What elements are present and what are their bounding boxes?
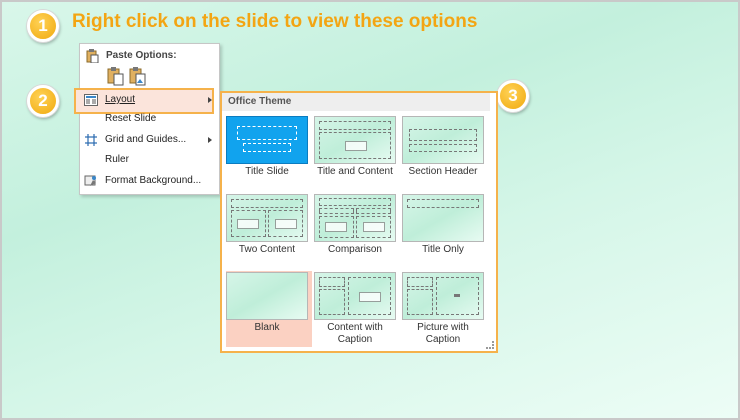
layout-thumbnail <box>314 194 396 242</box>
layout-thumbnail <box>402 116 484 164</box>
layout-thumbnail <box>314 116 396 164</box>
layout-thumbnail <box>314 272 396 320</box>
context-menu-items: Layout Reset Slide Grid and Guides... Ru… <box>79 43 218 193</box>
step-badge-2: 2 <box>27 85 59 117</box>
layout-gallery: Office Theme Title Slide Title and Conte… <box>220 91 498 353</box>
layout-thumbnail <box>226 194 308 242</box>
resize-grip-icon[interactable] <box>486 341 494 349</box>
submenu-arrow-icon <box>208 137 212 143</box>
layout-thumbnail <box>402 272 484 320</box>
instruction-text: Right click on the slide to view these o… <box>72 11 478 32</box>
menu-item-layout[interactable]: Layout <box>79 90 218 110</box>
gallery-header: Office Theme <box>222 93 490 111</box>
menu-item-grid-and-guides[interactable]: Grid and Guides... <box>79 130 218 150</box>
menu-item-format-background[interactable]: Format Background... <box>79 171 218 191</box>
layout-thumbnail <box>402 194 484 242</box>
format-background-icon <box>84 174 98 196</box>
menu-item-reset-slide[interactable]: Reset Slide <box>79 109 218 129</box>
step-badge-1: 1 <box>27 10 59 42</box>
layout-thumbnail <box>226 116 308 164</box>
submenu-arrow-icon <box>208 97 212 103</box>
layout-thumbnail <box>226 272 308 320</box>
step-badge-3: 3 <box>497 80 529 112</box>
menu-item-ruler[interactable]: Ruler <box>79 150 218 170</box>
